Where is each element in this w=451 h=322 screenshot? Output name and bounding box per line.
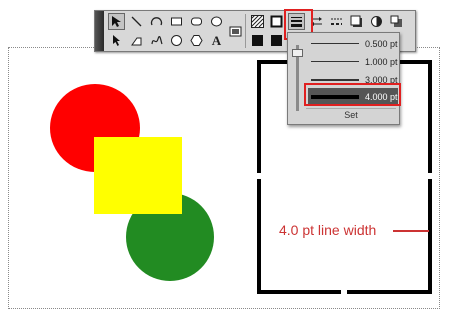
circle-tool-button[interactable] [168, 32, 185, 49]
rect-edge-right-lower [428, 179, 432, 294]
dropdown-separator [306, 108, 396, 109]
dash-style-icon [331, 18, 342, 25]
rectangle-tool-button[interactable] [168, 13, 185, 30]
rect-edge-left-lower [257, 179, 261, 294]
line-color-swatch-icon [271, 35, 282, 46]
select-arrow-icon [112, 16, 121, 27]
selected-option-highlight [304, 83, 401, 106]
text-tool-button[interactable]: A [208, 32, 225, 49]
shadow-icon [350, 15, 362, 27]
toolbar-grip-handle[interactable] [95, 11, 104, 51]
arc-tool-button[interactable] [148, 13, 165, 30]
polygon-icon [131, 37, 142, 46]
line-width-option-0-5[interactable]: 0.500 pt [308, 35, 398, 52]
transparency-button[interactable] [368, 13, 385, 30]
diagonal-line-icon [131, 16, 142, 27]
line-width-slider-thumb[interactable] [292, 49, 303, 57]
line-sample-3-0 [311, 78, 359, 81]
rect-edge-left-upper [257, 60, 261, 173]
fill-color-icon [252, 35, 263, 46]
image-tool-button[interactable] [227, 23, 244, 40]
freeform-icon [151, 35, 163, 45]
rounded-rectangle-icon [191, 17, 202, 26]
freeform-tool-button[interactable] [148, 32, 165, 49]
hexagon-tool-button[interactable] [188, 32, 205, 49]
line-tool-button[interactable] [128, 13, 145, 30]
rectangle-icon [171, 17, 182, 26]
rect-edge-bottom-right [347, 290, 432, 294]
line-sample-1-0 [311, 61, 359, 62]
arrange-button[interactable] [388, 13, 405, 30]
line-width-option-label: 1.000 pt [365, 56, 398, 67]
dash-style-button[interactable] [328, 13, 345, 30]
rounded-rectangle-tool-button[interactable] [188, 13, 205, 30]
set-button[interactable]: Set [306, 110, 396, 120]
fill-pattern-button[interactable] [249, 13, 266, 30]
polygon-tool-button[interactable] [128, 32, 145, 49]
outline-square-icon [270, 15, 283, 28]
arc-icon [150, 17, 163, 26]
line-width-dropdown: 0.500 pt 1.000 pt 3.000 pt 4.000 pt Set [287, 32, 400, 125]
line-color-swatch-button[interactable] [268, 32, 285, 49]
hatch-pattern-icon [251, 15, 264, 28]
fill-color-button[interactable] [249, 32, 266, 49]
ellipse-icon [211, 16, 222, 27]
pointer-tool-button[interactable] [108, 32, 125, 49]
yellow-square-shape[interactable] [94, 137, 182, 214]
circle-icon [171, 35, 182, 46]
rect-edge-bottom-left [257, 290, 341, 294]
ellipse-tool-button[interactable] [208, 13, 225, 30]
picture-icon [229, 26, 242, 37]
line-width-annotation: 4.0 pt line width [279, 222, 377, 238]
hexagon-icon [190, 35, 203, 46]
line-width-option-1-0[interactable]: 1.000 pt [308, 53, 398, 70]
text-tool-glyph: A [211, 32, 222, 48]
line-sample-0-5 [311, 43, 359, 44]
rect-edge-right-upper [428, 60, 432, 173]
toolbar-separator [245, 14, 246, 48]
shadow-button[interactable] [348, 13, 365, 30]
arrange-icon [390, 15, 402, 27]
annotation-pointer-line [393, 230, 429, 232]
line-color-button[interactable] [268, 13, 285, 30]
select-tool-button[interactable] [108, 13, 125, 30]
half-circle-icon [371, 16, 382, 27]
line-width-option-label: 0.500 pt [365, 38, 398, 49]
pointer-arrow-icon [113, 35, 120, 46]
